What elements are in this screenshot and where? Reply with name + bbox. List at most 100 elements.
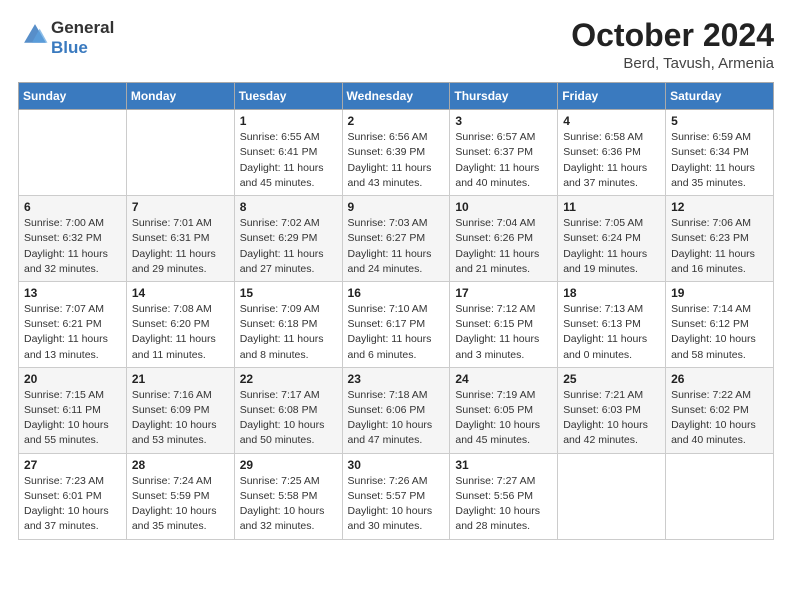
day-info: Sunrise: 7:00 AM Sunset: 6:32 PM Dayligh… [24,216,122,277]
day-number: 14 [132,286,230,300]
day-info: Sunrise: 7:03 AM Sunset: 6:27 PM Dayligh… [348,216,446,277]
day-info: Sunrise: 7:14 AM Sunset: 6:12 PM Dayligh… [671,302,769,363]
day-info: Sunrise: 7:01 AM Sunset: 6:31 PM Dayligh… [132,216,230,277]
calendar-cell: 19 Sunrise: 7:14 AM Sunset: 6:12 PM Dayli… [666,281,774,367]
calendar-cell: 26Sunrise: 7:22 AM Sunset: 6:02 PM Dayli… [666,367,774,453]
week-row-4: 20 Sunrise: 7:15 AM Sunset: 6:11 PM Dayli… [19,367,774,453]
day-number: 28 [132,458,230,472]
day-number: 15 [240,286,338,300]
day-number: 13 [24,286,122,300]
day-info: Sunrise: 7:23 AM Sunset: 6:01 PM Dayligh… [24,474,122,535]
logo-line2: Blue [51,38,114,58]
day-info: Sunrise: 7:18 AM Sunset: 6:06 PM Dayligh… [348,388,446,449]
calendar-cell: 25 Sunrise: 7:21 AM Sunset: 6:03 PM Dayli… [558,367,666,453]
week-row-2: 6 Sunrise: 7:00 AM Sunset: 6:32 PM Daylig… [19,196,774,282]
day-number: 5 [671,114,769,128]
day-info: Sunrise: 7:15 AM Sunset: 6:11 PM Dayligh… [24,388,122,449]
day-number: 24 [455,372,553,386]
day-number: 10 [455,200,553,214]
day-number: 20 [24,372,122,386]
calendar-cell: 18 Sunrise: 7:13 AM Sunset: 6:13 PM Dayli… [558,281,666,367]
calendar-cell: 4 Sunrise: 6:58 AM Sunset: 6:36 PM Daylig… [558,110,666,196]
day-number: 23 [348,372,446,386]
calendar: SundayMondayTuesdayWednesdayThursdayFrid… [18,82,774,539]
calendar-cell [666,453,774,539]
day-info: Sunrise: 7:05 AM Sunset: 6:24 PM Dayligh… [563,216,661,277]
day-info: Sunrise: 6:58 AM Sunset: 6:36 PM Dayligh… [563,130,661,191]
day-info: Sunrise: 7:12 AM Sunset: 6:15 PM Dayligh… [455,302,553,363]
day-number: 21 [132,372,230,386]
weekday-header-saturday: Saturday [666,83,774,110]
day-number: 29 [240,458,338,472]
calendar-body: 1 Sunrise: 6:55 AM Sunset: 6:41 PM Daylig… [19,110,774,539]
logo-icon [21,21,49,49]
day-info: Sunrise: 7:22 AM Sunset: 6:02 PM Dayligh… [671,388,769,449]
page: General Blue October 2024 Berd, Tavush, … [0,0,792,612]
day-info: Sunrise: 7:17 AM Sunset: 6:08 PM Dayligh… [240,388,338,449]
day-info: Sunrise: 6:55 AM Sunset: 6:41 PM Dayligh… [240,130,338,191]
calendar-cell [558,453,666,539]
day-number: 31 [455,458,553,472]
day-number: 27 [24,458,122,472]
week-row-5: 27 Sunrise: 7:23 AM Sunset: 6:01 PM Dayli… [19,453,774,539]
calendar-cell: 16Sunrise: 7:10 AM Sunset: 6:17 PM Dayli… [342,281,450,367]
day-number: 3 [455,114,553,128]
subtitle: Berd, Tavush, Armenia [571,55,774,72]
day-number: 17 [455,286,553,300]
main-title: October 2024 [571,18,774,53]
calendar-cell: 30Sunrise: 7:26 AM Sunset: 5:57 PM Dayli… [342,453,450,539]
day-number: 19 [671,286,769,300]
calendar-cell: 22 Sunrise: 7:17 AM Sunset: 6:08 PM Dayli… [234,367,342,453]
day-number: 1 [240,114,338,128]
day-info: Sunrise: 7:10 AM Sunset: 6:17 PM Dayligh… [348,302,446,363]
day-info: Sunrise: 7:21 AM Sunset: 6:03 PM Dayligh… [563,388,661,449]
day-info: Sunrise: 7:07 AM Sunset: 6:21 PM Dayligh… [24,302,122,363]
calendar-cell: 20 Sunrise: 7:15 AM Sunset: 6:11 PM Dayli… [19,367,127,453]
day-number: 22 [240,372,338,386]
calendar-cell: 29 Sunrise: 7:25 AM Sunset: 5:58 PM Dayli… [234,453,342,539]
logo: General Blue [18,18,114,57]
calendar-cell: 3 Sunrise: 6:57 AM Sunset: 6:37 PM Daylig… [450,110,558,196]
day-number: 9 [348,200,446,214]
calendar-cell: 12Sunrise: 7:06 AM Sunset: 6:23 PM Dayli… [666,196,774,282]
weekday-header-monday: Monday [126,83,234,110]
day-info: Sunrise: 6:56 AM Sunset: 6:39 PM Dayligh… [348,130,446,191]
weekday-header-thursday: Thursday [450,83,558,110]
day-info: Sunrise: 6:57 AM Sunset: 6:37 PM Dayligh… [455,130,553,191]
day-number: 18 [563,286,661,300]
calendar-cell: 9 Sunrise: 7:03 AM Sunset: 6:27 PM Daylig… [342,196,450,282]
day-info: Sunrise: 7:06 AM Sunset: 6:23 PM Dayligh… [671,216,769,277]
weekday-header-sunday: Sunday [19,83,127,110]
day-info: Sunrise: 6:59 AM Sunset: 6:34 PM Dayligh… [671,130,769,191]
day-number: 11 [563,200,661,214]
header: General Blue October 2024 Berd, Tavush, … [18,18,774,72]
day-info: Sunrise: 7:27 AM Sunset: 5:56 PM Dayligh… [455,474,553,535]
calendar-cell: 6 Sunrise: 7:00 AM Sunset: 6:32 PM Daylig… [19,196,127,282]
calendar-cell: 21Sunrise: 7:16 AM Sunset: 6:09 PM Dayli… [126,367,234,453]
calendar-cell: 8Sunrise: 7:02 AM Sunset: 6:29 PM Daylig… [234,196,342,282]
title-block: October 2024 Berd, Tavush, Armenia [571,18,774,72]
calendar-cell [126,110,234,196]
day-info: Sunrise: 7:08 AM Sunset: 6:20 PM Dayligh… [132,302,230,363]
week-row-1: 1 Sunrise: 6:55 AM Sunset: 6:41 PM Daylig… [19,110,774,196]
calendar-cell: 10 Sunrise: 7:04 AM Sunset: 6:26 PM Dayli… [450,196,558,282]
day-number: 25 [563,372,661,386]
day-number: 4 [563,114,661,128]
weekday-header-row: SundayMondayTuesdayWednesdayThursdayFrid… [19,83,774,110]
logo-line1: General [51,18,114,38]
day-info: Sunrise: 7:13 AM Sunset: 6:13 PM Dayligh… [563,302,661,363]
day-info: Sunrise: 7:25 AM Sunset: 5:58 PM Dayligh… [240,474,338,535]
day-info: Sunrise: 7:04 AM Sunset: 6:26 PM Dayligh… [455,216,553,277]
day-number: 2 [348,114,446,128]
calendar-cell: 24 Sunrise: 7:19 AM Sunset: 6:05 PM Dayli… [450,367,558,453]
calendar-cell: 31 Sunrise: 7:27 AM Sunset: 5:56 PM Dayli… [450,453,558,539]
calendar-cell: 11 Sunrise: 7:05 AM Sunset: 6:24 PM Dayli… [558,196,666,282]
day-number: 8 [240,200,338,214]
day-number: 30 [348,458,446,472]
calendar-header: SundayMondayTuesdayWednesdayThursdayFrid… [19,83,774,110]
day-number: 6 [24,200,122,214]
day-info: Sunrise: 7:19 AM Sunset: 6:05 PM Dayligh… [455,388,553,449]
calendar-cell: 27 Sunrise: 7:23 AM Sunset: 6:01 PM Dayli… [19,453,127,539]
weekday-header-friday: Friday [558,83,666,110]
calendar-cell: 17 Sunrise: 7:12 AM Sunset: 6:15 PM Dayli… [450,281,558,367]
